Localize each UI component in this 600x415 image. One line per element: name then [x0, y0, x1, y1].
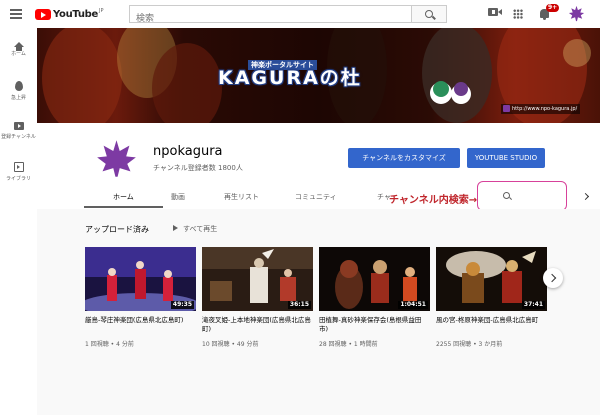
tab-community[interactable]: コミュニティ — [295, 192, 337, 202]
sidebar-item-label: 急上昇 — [10, 95, 26, 101]
video-card[interactable]: 36:15 滝夜叉姫-上本地神楽団(広島県北広島町) 10 回視聴 • 49 分… — [202, 247, 313, 348]
logo-text: YouTube — [53, 8, 98, 20]
video-meta: 1 回視聴 • 4 分前 — [85, 341, 134, 348]
top-bar: YouTube JP 9+ — [0, 0, 600, 28]
carousel-next-button[interactable] — [543, 268, 563, 288]
search-icon — [425, 10, 433, 18]
video-duration: 36:15 — [287, 301, 311, 309]
view-count: 1 回視聴 — [85, 341, 109, 348]
video-meta: 10 回視聴 • 49 分前 — [202, 341, 259, 348]
home-icon — [13, 42, 24, 51]
site-icon — [503, 105, 510, 112]
video-meta: 28 回視聴 • 1 時間前 — [319, 341, 378, 348]
view-count: 28 回視聴 — [319, 341, 347, 348]
customize-channel-button[interactable]: チャンネルをカスタマイズ — [348, 148, 460, 168]
uploads-section: アップロード済み すべて再生 49:35 厳島-琴庄神楽団(広島県北広島町) 1… — [37, 209, 600, 415]
video-thumbnail[interactable]: 36:15 — [202, 247, 313, 311]
video-thumbnail[interactable]: 49:35 — [85, 247, 196, 311]
upload-age: 3 か月前 — [478, 341, 503, 348]
sidebar-item-home[interactable]: ホーム — [0, 42, 37, 57]
subscriber-count: チャンネル登録者数 1800人 — [153, 164, 243, 172]
search-input[interactable] — [130, 11, 411, 27]
video-title[interactable]: 田植舞-真砂神楽保存会(島根県益田市) — [319, 316, 430, 334]
play-all-button[interactable]: すべて再生 — [173, 224, 217, 234]
tab-videos[interactable]: 動画 — [171, 192, 185, 202]
trending-icon — [14, 81, 23, 91]
maple-leaf-logo-icon — [95, 137, 138, 180]
tab-playlists[interactable]: 再生リスト — [224, 192, 259, 202]
create-video-icon[interactable] — [488, 8, 502, 16]
channel-avatar — [95, 137, 138, 180]
video-thumbnail[interactable]: 37:41 — [436, 247, 547, 311]
tab-home[interactable]: ホーム — [113, 192, 134, 202]
search-box — [129, 5, 412, 27]
annotation-highlight — [477, 181, 567, 211]
library-icon — [13, 162, 24, 172]
video-duration: 49:35 — [170, 301, 194, 309]
active-tab-indicator — [84, 206, 163, 208]
sidebar-item-label: 登録チャンネル — [1, 134, 36, 140]
video-title[interactable]: 厳島-琴庄神楽団(広島県北広島町) — [85, 316, 196, 334]
logo-region: JP — [99, 8, 104, 14]
banner-url-text: http://www.npo-kagura.jp/ — [512, 106, 578, 112]
banner-title: KAGURAの杜 — [218, 67, 362, 89]
view-count: 2255 回視聴 — [436, 341, 472, 348]
youtube-logo[interactable]: YouTube JP — [35, 8, 104, 20]
left-sidebar: ホーム 急上昇 登録チャンネル ライブラリ — [0, 28, 37, 415]
account-avatar[interactable] — [567, 4, 586, 23]
section-title: アップロード済み — [85, 225, 149, 234]
maple-leaf-icon — [567, 4, 586, 23]
video-card[interactable]: 37:41 風の宮-柊原神楽団-広島県北広島町 2255 回視聴 • 3 か月前 — [436, 247, 547, 348]
channel-search-annotation: チャンネル内検索→ — [389, 195, 478, 206]
sidebar-item-label: ホーム — [11, 51, 26, 57]
video-meta: 2255 回視聴 • 3 か月前 — [436, 341, 503, 348]
video-thumbnail[interactable]: 1:04:51 — [319, 247, 430, 311]
video-duration: 1:04:51 — [398, 301, 428, 309]
sidebar-item-label: ライブラリ — [5, 176, 31, 182]
youtube-play-icon — [35, 8, 51, 20]
search-button[interactable] — [412, 5, 447, 23]
channel-banner: 神楽ポータルサイト KAGURAの杜 http://www.npo-kagura… — [37, 28, 600, 123]
channel-search-icon[interactable] — [503, 192, 510, 199]
sidebar-item-subscriptions[interactable]: 登録チャンネル — [0, 122, 37, 140]
sidebar-item-trending[interactable]: 急上昇 — [0, 81, 37, 101]
video-title[interactable]: 風の宮-柊原神楽団-広島県北広島町 — [436, 316, 547, 334]
video-card[interactable]: 49:35 厳島-琴庄神楽団(広島県北広島町) 1 回視聴 • 4 分前 — [85, 247, 196, 348]
video-title[interactable]: 滝夜叉姫-上本地神楽団(広島県北広島町) — [202, 316, 313, 334]
view-count: 10 回視聴 — [202, 341, 230, 348]
banner-link[interactable]: http://www.npo-kagura.jp/ — [501, 104, 581, 114]
menu-icon[interactable] — [10, 9, 22, 19]
notification-badge: 9+ — [546, 4, 560, 12]
sidebar-item-library[interactable]: ライブラリ — [0, 162, 37, 182]
subscriptions-icon — [13, 122, 24, 130]
upload-age: 1 時間前 — [353, 341, 378, 348]
video-card[interactable]: 1:04:51 田植舞-真砂神楽保存会(島根県益田市) 28 回視聴 • 1 時… — [319, 247, 430, 348]
upload-age: 4 分前 — [116, 341, 134, 348]
video-duration: 37:41 — [521, 301, 545, 309]
youtube-studio-button[interactable]: YOUTUBE STUDIO — [467, 148, 545, 168]
youtube-channel-page: YouTube JP 9+ ホーム 急上昇 — [0, 0, 600, 415]
upload-age: 49 分前 — [236, 341, 259, 348]
channel-name: npokagura — [153, 144, 223, 159]
apps-grid-icon[interactable] — [513, 9, 523, 19]
